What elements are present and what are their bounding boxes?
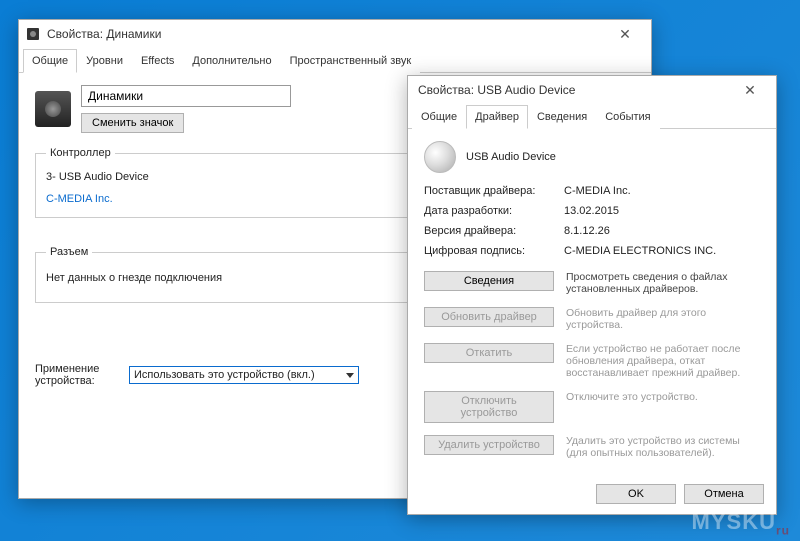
version-label: Версия драйвера:	[424, 225, 564, 237]
chevron-down-icon	[346, 373, 354, 378]
uninstall-device-desc: Удалить это устройство из системы (для о…	[566, 435, 760, 459]
jack-legend: Разъем	[46, 246, 92, 258]
tab-general[interactable]: Общие	[412, 105, 466, 129]
window-title: Свойства: Динамики	[47, 27, 605, 41]
update-driver-button[interactable]: Обновить драйвер	[424, 307, 554, 327]
tab-spatial[interactable]: Пространственный звук	[281, 49, 421, 73]
usage-dropdown[interactable]: Использовать это устройство (вкл.)	[129, 366, 359, 384]
tab-events[interactable]: События	[596, 105, 659, 129]
device-name: USB Audio Device	[466, 151, 556, 163]
tab-levels[interactable]: Уровни	[77, 49, 132, 73]
update-driver-desc: Обновить драйвер для этого устройства.	[566, 307, 760, 331]
driver-icon	[424, 141, 456, 173]
window-title: Свойства: USB Audio Device	[414, 83, 730, 97]
device-name-input[interactable]	[81, 85, 291, 107]
tab-content-driver: USB Audio Device Поставщик драйвера: C-M…	[408, 129, 776, 483]
signature-value: C-MEDIA ELECTRONICS INC.	[564, 245, 760, 257]
usage-value: Использовать это устройство (вкл.)	[134, 369, 315, 381]
titlebar[interactable]: Свойства: Динамики ✕	[19, 20, 651, 48]
disable-device-button[interactable]: Отключить устройство	[424, 391, 554, 423]
dialog-footer: OK Отмена	[596, 484, 764, 504]
change-icon-button[interactable]: Сменить значок	[81, 113, 184, 133]
driver-details-desc: Просмотреть сведения о файлах установлен…	[566, 271, 760, 295]
date-value: 13.02.2015	[564, 205, 760, 217]
speaker-titlebar-icon	[25, 26, 41, 42]
close-icon[interactable]: ✕	[605, 26, 645, 43]
cancel-button[interactable]: Отмена	[684, 484, 764, 504]
tab-details[interactable]: Сведения	[528, 105, 596, 129]
provider-label: Поставщик драйвера:	[424, 185, 564, 197]
usage-label: Применение устройства:	[35, 363, 115, 387]
close-icon[interactable]: ✕	[730, 82, 770, 99]
titlebar[interactable]: Свойства: USB Audio Device ✕	[408, 76, 776, 104]
controller-device: 3- USB Audio Device	[46, 171, 149, 183]
tabstrip: Общие Уровни Effects Дополнительно Прост…	[19, 48, 651, 73]
rollback-driver-desc: Если устройство не работает после обновл…	[566, 343, 760, 379]
provider-value: C-MEDIA Inc.	[564, 185, 760, 197]
usb-audio-properties-window: Свойства: USB Audio Device ✕ Общие Драйв…	[407, 75, 777, 515]
tab-advanced[interactable]: Дополнительно	[183, 49, 280, 73]
disable-device-desc: Отключите это устройство.	[566, 391, 760, 403]
controller-legend: Контроллер	[46, 147, 115, 159]
driver-info-grid: Поставщик драйвера: C-MEDIA Inc. Дата ра…	[424, 185, 760, 257]
speaker-icon	[35, 91, 71, 127]
rollback-driver-button[interactable]: Откатить	[424, 343, 554, 363]
tabstrip: Общие Драйвер Сведения События	[408, 104, 776, 129]
date-label: Дата разработки:	[424, 205, 564, 217]
driver-details-button[interactable]: Сведения	[424, 271, 554, 291]
version-value: 8.1.12.26	[564, 225, 760, 237]
tab-general[interactable]: Общие	[23, 49, 77, 73]
uninstall-device-button[interactable]: Удалить устройство	[424, 435, 554, 455]
tab-effects[interactable]: Effects	[132, 49, 183, 73]
tab-driver[interactable]: Драйвер	[466, 105, 528, 129]
ok-button[interactable]: OK	[596, 484, 676, 504]
watermark: MYSKUru	[692, 509, 790, 537]
signature-label: Цифровая подпись:	[424, 245, 564, 257]
